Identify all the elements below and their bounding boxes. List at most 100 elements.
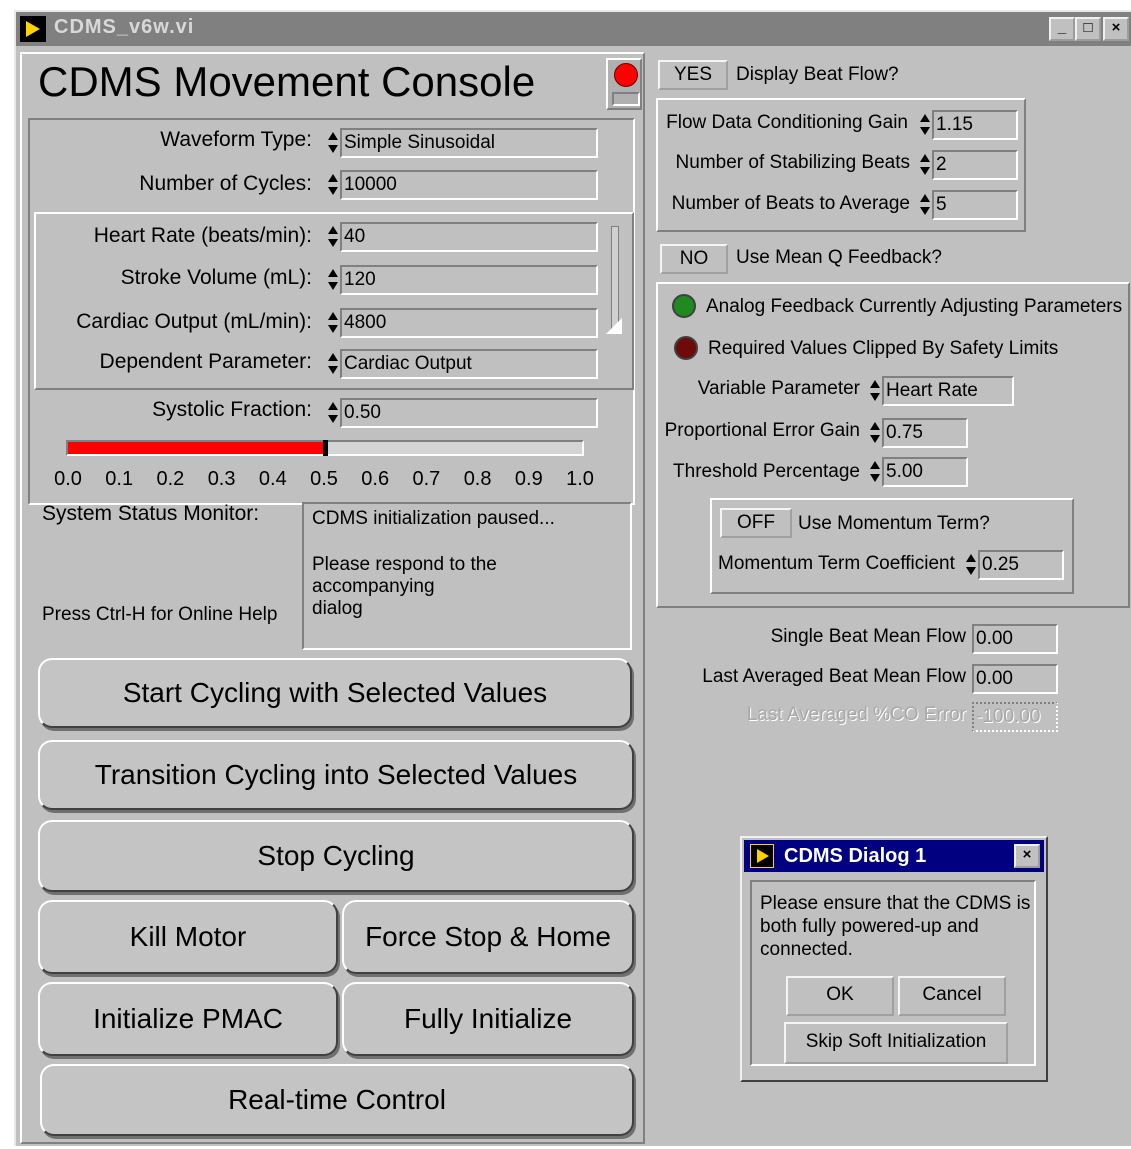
dependent-parameter-spinner[interactable] (326, 349, 339, 379)
close-button[interactable]: × (1103, 17, 1129, 41)
threshold-spinner[interactable] (868, 457, 881, 487)
slider-tick-label: 0.7 (412, 468, 441, 490)
link-slider-pointer-icon (606, 318, 622, 334)
threshold-input[interactable]: 5.00 (882, 457, 968, 487)
transition-cycling-button[interactable]: Transition Cycling into Selected Values (38, 740, 634, 810)
momentum-coef-label: Momentum Term Coefficient (718, 553, 955, 574)
console-title: CDMS Movement Console (38, 58, 536, 105)
maximize-button[interactable]: □ (1075, 17, 1101, 41)
indicator-base (612, 92, 640, 106)
flow-gain-input[interactable]: 1.15 (932, 110, 1018, 140)
slider-thumb[interactable] (323, 440, 328, 456)
status-monitor-box: CDMS initialization paused... Please res… (302, 502, 632, 650)
dialog-close-button[interactable]: × (1014, 844, 1040, 868)
stroke-volume-input[interactable]: 120 (340, 265, 598, 295)
dialog-cancel-button[interactable]: Cancel (898, 976, 1006, 1016)
slider-tick-label: 0.8 (463, 468, 492, 490)
initialize-pmac-button[interactable]: Initialize PMAC (38, 982, 338, 1056)
beats-average-label: Number of Beats to Average (671, 193, 910, 214)
slider-tick-label: 0.9 (514, 468, 543, 490)
num-cycles-spinner[interactable] (326, 170, 339, 200)
slider-tick-label: 0.6 (361, 468, 390, 490)
flow-gain-label: Flow Data Conditioning Gain (666, 112, 908, 133)
waveform-type-select[interactable]: Simple Sinusoidal (340, 128, 598, 158)
fully-initialize-button[interactable]: Fully Initialize (342, 982, 634, 1056)
slider-tick-label: 0.2 (156, 468, 185, 490)
stroke-volume-spinner[interactable] (326, 265, 339, 295)
start-cycling-button[interactable]: Start Cycling with Selected Values (38, 658, 632, 728)
heart-rate-spinner[interactable] (326, 222, 339, 252)
stroke-volume-label: Stroke Volume (mL): (120, 266, 312, 289)
status-line-2: Please respond to the accompanying (312, 554, 497, 597)
beats-average-spinner[interactable] (918, 190, 931, 220)
systolic-fraction-label: Systolic Fraction: (152, 398, 312, 421)
minimize-button[interactable]: _ (1049, 17, 1075, 41)
display-beat-flow-toggle[interactable]: YES (658, 60, 728, 90)
beats-average-input[interactable]: 5 (932, 190, 1018, 220)
slider-fill (68, 442, 325, 454)
threshold-label: Threshold Percentage (673, 461, 860, 482)
mean-q-feedback-label: Use Mean Q Feedback? (736, 247, 942, 268)
stabilizing-beats-label: Number of Stabilizing Beats (675, 152, 910, 173)
co-error-label: Last Averaged %CO Error (746, 704, 966, 725)
title-bar: CDMS_v6w.vi _ □ × (16, 12, 1131, 46)
cardiac-output-input[interactable]: 4800 (340, 308, 598, 338)
labview-app-icon (20, 16, 46, 42)
momentum-coef-input[interactable]: 0.25 (978, 550, 1064, 580)
force-stop-home-button[interactable]: Force Stop & Home (342, 900, 634, 974)
dialog-app-icon (750, 844, 774, 868)
slider-tick-label: 1.0 (566, 468, 594, 490)
stabilizing-beats-input[interactable]: 2 (932, 150, 1018, 180)
realtime-control-button[interactable]: Real-time Control (40, 1064, 634, 1136)
stop-cycling-button[interactable]: Stop Cycling (38, 820, 634, 892)
dialog-title-bar: CDMS Dialog 1 × (744, 840, 1044, 872)
status-line-1: CDMS initialization paused... (312, 508, 555, 529)
prop-error-gain-spinner[interactable] (868, 418, 881, 448)
help-text: Press Ctrl-H for Online Help (42, 604, 278, 625)
mean-q-feedback-toggle[interactable]: NO (660, 244, 728, 274)
dependent-parameter-label: Dependent Parameter: (99, 350, 312, 373)
display-beat-flow-label: Display Beat Flow? (736, 64, 899, 85)
num-cycles-label: Number of Cycles: (139, 172, 312, 195)
skip-soft-init-button[interactable]: Skip Soft Initialization (784, 1022, 1008, 1064)
averaged-beat-flow-label: Last Averaged Beat Mean Flow (702, 666, 966, 687)
clipped-values-label: Required Values Clipped By Safety Limits (708, 338, 1059, 359)
dependent-parameter-select[interactable]: Cardiac Output (340, 349, 598, 379)
kill-motor-button[interactable]: Kill Motor (38, 900, 338, 974)
slider-tick-label: 0.4 (258, 468, 287, 490)
slider-tick-label: 0.1 (105, 468, 134, 490)
prop-error-gain-input[interactable]: 0.75 (882, 418, 968, 448)
cardiac-output-spinner[interactable] (326, 308, 339, 338)
status-line-3: dialog (312, 598, 363, 619)
single-beat-flow-value: 0.00 (972, 624, 1058, 654)
status-indicator (606, 58, 642, 110)
flow-gain-spinner[interactable] (918, 110, 931, 140)
status-monitor-label: System Status Monitor: (42, 502, 260, 525)
analog-feedback-label: Analog Feedback Currently Adjusting Para… (706, 296, 1123, 317)
variable-parameter-label: Variable Parameter (697, 378, 860, 399)
waveform-type-label: Waveform Type: (160, 128, 312, 151)
waveform-type-spinner[interactable] (326, 128, 339, 158)
momentum-coef-spinner[interactable] (964, 550, 977, 580)
momentum-toggle[interactable]: OFF (720, 508, 792, 538)
variable-parameter-spinner[interactable] (868, 376, 881, 406)
red-light-icon (614, 63, 638, 87)
co-error-value: -100.00 (972, 702, 1058, 732)
num-cycles-input[interactable]: 10000 (340, 170, 598, 200)
prop-error-gain-label: Proportional Error Gain (664, 420, 860, 441)
stabilizing-beats-spinner[interactable] (918, 150, 931, 180)
cdms-dialog: CDMS Dialog 1 × Please ensure that the C… (740, 836, 1048, 1082)
dialog-ok-button[interactable]: OK (786, 976, 894, 1016)
systolic-fraction-input[interactable]: 0.50 (340, 398, 598, 428)
slider-tick-label: 0.5 (310, 468, 338, 490)
slider-tick-label: 0.0 (54, 468, 82, 490)
heart-rate-input[interactable]: 40 (340, 222, 598, 252)
systolic-fraction-spinner[interactable] (326, 398, 339, 428)
systolic-fraction-slider[interactable] (66, 440, 584, 456)
analog-feedback-led (672, 294, 696, 318)
link-slider-track[interactable] (611, 226, 619, 332)
variable-parameter-select[interactable]: Heart Rate (882, 376, 1014, 406)
single-beat-flow-label: Single Beat Mean Flow (770, 626, 966, 647)
dialog-title: CDMS Dialog 1 (784, 845, 927, 867)
heart-rate-label: Heart Rate (beats/min): (93, 224, 312, 247)
